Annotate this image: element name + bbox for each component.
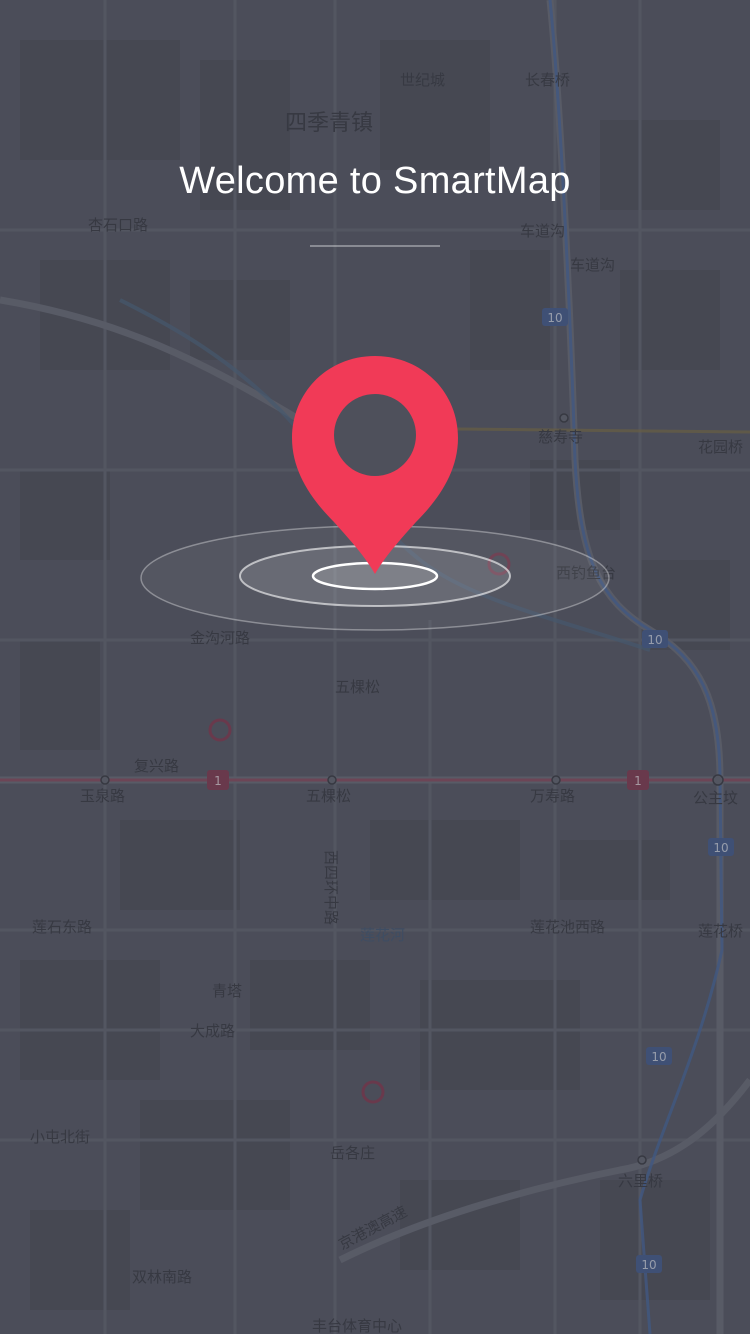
location-graphic [140, 356, 610, 631]
splash-screen: 1 1 10 10 10 10 10 四季青镇 世纪城 长春桥 车道沟 车道沟 … [0, 0, 750, 1334]
title-divider [310, 245, 440, 247]
welcome-title: Welcome to SmartMap [179, 160, 571, 202]
